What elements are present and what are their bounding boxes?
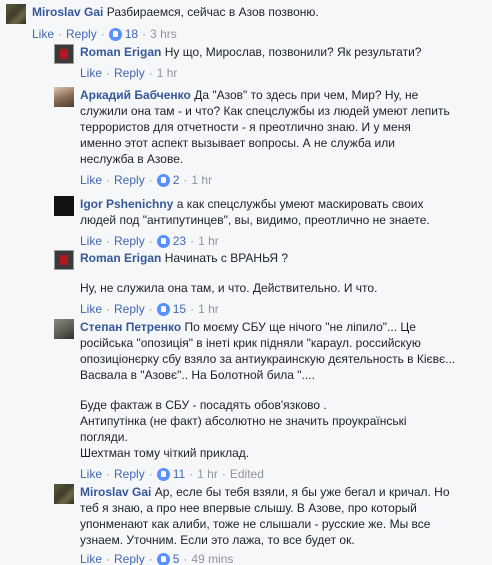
like-count[interactable]: 23 [156, 233, 186, 249]
comment-line: Да "Азов" то здесь при чем, Мир? Ну, не [194, 88, 419, 102]
thumbs-up-icon [156, 552, 170, 565]
thumbs-up-icon [156, 234, 170, 248]
like-count[interactable]: 2 [156, 172, 179, 188]
comment-line: Буде фактаж в СБУ - посадять обов'язково… [80, 398, 327, 412]
avatar[interactable] [54, 319, 74, 339]
reply-link[interactable]: Reply [114, 65, 145, 81]
author-name[interactable]: Roman Erigan [80, 251, 161, 265]
like-link[interactable]: Like [80, 551, 102, 565]
thumbs-up-icon [156, 302, 170, 316]
reply-link[interactable]: Reply [114, 301, 145, 317]
like-link[interactable]: Like [80, 172, 102, 188]
comment-text: Miroslav Gai Ар, еслe бы тебя взяли, я б… [80, 484, 486, 548]
comment-text: Аркадий Бабченко Да "Азов" то здесь при … [80, 87, 486, 167]
like-count[interactable]: 5 [156, 551, 179, 565]
avatar[interactable] [54, 87, 74, 107]
reply-link[interactable]: Reply [66, 26, 97, 42]
like-link[interactable]: Like [80, 301, 102, 317]
author-name[interactable]: Igor Pshenichny [80, 197, 173, 211]
like-link[interactable]: Like [80, 466, 102, 482]
like-link[interactable]: Like [80, 233, 102, 249]
comment-line: узнаем. Уточним. Если это лажа, то все б… [80, 533, 355, 547]
comment-actions: Like · Reply · 23 · 1 hr [80, 233, 219, 249]
comment-line: Ну, не служила она там, и что. Действите… [80, 281, 378, 295]
comment-line: упонменают как алиби, тоже не слышали - … [80, 517, 431, 531]
reply-link[interactable]: Reply [114, 466, 145, 482]
avatar[interactable] [54, 484, 74, 504]
avatar[interactable] [6, 4, 26, 24]
comment-line: террористов для отчетности - я преотличн… [80, 120, 411, 134]
avatar[interactable] [54, 44, 74, 64]
timestamp[interactable]: 1 hr [197, 466, 218, 482]
timestamp[interactable]: 1 hr [198, 233, 219, 249]
comment-line: неслужба в Азове. [80, 152, 184, 166]
comment-actions: Like · Reply · 2 · 1 hr [80, 172, 213, 188]
comment-line: По моєму СБУ ще нічого "не ліпило"... Це [184, 320, 416, 334]
thumbs-up-icon [156, 467, 170, 481]
comment-line: служили она там - и что? Как спецслужбы … [80, 104, 450, 118]
comment-line: именно этот аспект вызывает вопросы. А н… [80, 136, 395, 150]
comment-line: людей под "антипутинцев", вы, видимо, пр… [80, 213, 430, 227]
author-name[interactable]: Аркадий Бабченко [80, 88, 191, 102]
comment-actions: Like · Reply · 5 · 49 mins [80, 551, 234, 565]
timestamp[interactable]: 1 hr [191, 172, 212, 188]
shield-icon [60, 49, 68, 59]
comment-line: опозиціонєрку сбу взяло за антиукраинску… [80, 352, 456, 366]
comment-line: а как спецслужбы умеют маскировать своих [176, 197, 424, 211]
comment-actions: Like · Reply · 18 · 3 hrs [32, 26, 177, 42]
comment-line: Антипутінка (не факт) абсолютно не значи… [80, 414, 407, 428]
comment-line: погляди. [80, 430, 128, 444]
like-count[interactable]: 11 [156, 466, 185, 482]
reply-link[interactable]: Reply [114, 233, 145, 249]
author-name[interactable]: Степан Петренко [80, 320, 181, 334]
comment-line: Шехтман тому чіткий приклад. [80, 446, 250, 460]
reply-link[interactable]: Reply [114, 551, 145, 565]
edited-label[interactable]: Edited [230, 466, 264, 482]
author-name[interactable]: Miroslav Gai [32, 5, 103, 19]
comment-line: Ну що, Мирослав, позвонили? Як результат… [164, 45, 422, 59]
comment-actions: Like · Reply · 1 hr [80, 65, 178, 81]
thumbs-up-icon [108, 27, 122, 41]
comment-text: Степан Петренко По моєму СБУ ще нічого "… [80, 319, 486, 461]
timestamp[interactable]: 3 hrs [150, 26, 177, 42]
comment-line: Начинать с ВРАНЬЯ ? [164, 251, 289, 265]
comment-text: Miroslav Gai Разбираемся, сейчас в Азов … [32, 4, 486, 20]
comment-line: теб я знаю, а про нее впервые слышу. В А… [80, 501, 417, 515]
timestamp[interactable]: 1 hr [198, 301, 219, 317]
like-link[interactable]: Like [32, 26, 54, 42]
like-count[interactable]: 15 [156, 301, 186, 317]
comment-actions: Like · Reply · 11 · 1 hr · Edited [80, 466, 264, 482]
like-link[interactable]: Like [80, 65, 102, 81]
comment-line: російська "опозиція" в інеті крик піднял… [80, 336, 421, 350]
timestamp[interactable]: 1 hr [157, 65, 178, 81]
author-name[interactable]: Roman Erigan [80, 45, 161, 59]
comment-line: Ар, еслe бы тебя взяли, я бы уже бегал и… [154, 485, 450, 499]
reply-link[interactable]: Reply [114, 172, 145, 188]
avatar[interactable] [54, 196, 74, 216]
comment-line: Васвала в "Азовє".. На Болотной била "..… [80, 368, 315, 382]
timestamp[interactable]: 49 mins [191, 551, 233, 565]
author-name[interactable]: Miroslav Gai [80, 485, 151, 499]
shield-icon [60, 255, 68, 265]
comment-line: Разбираемся, сейчас в Азов позвоню. [106, 5, 319, 19]
thumbs-up-icon [156, 173, 170, 187]
avatar[interactable] [54, 250, 74, 270]
comment-text: Roman Erigan Начинать с ВРАНЬЯ ? Ну, не … [80, 250, 486, 296]
comment-text: Igor Pshenichny а как спецслужбы умеют м… [80, 196, 486, 228]
comment-text: Roman Erigan Ну що, Мирослав, позвонили?… [80, 44, 486, 60]
like-count[interactable]: 18 [108, 26, 138, 42]
comment-actions: Like · Reply · 15 · 1 hr [80, 301, 219, 317]
